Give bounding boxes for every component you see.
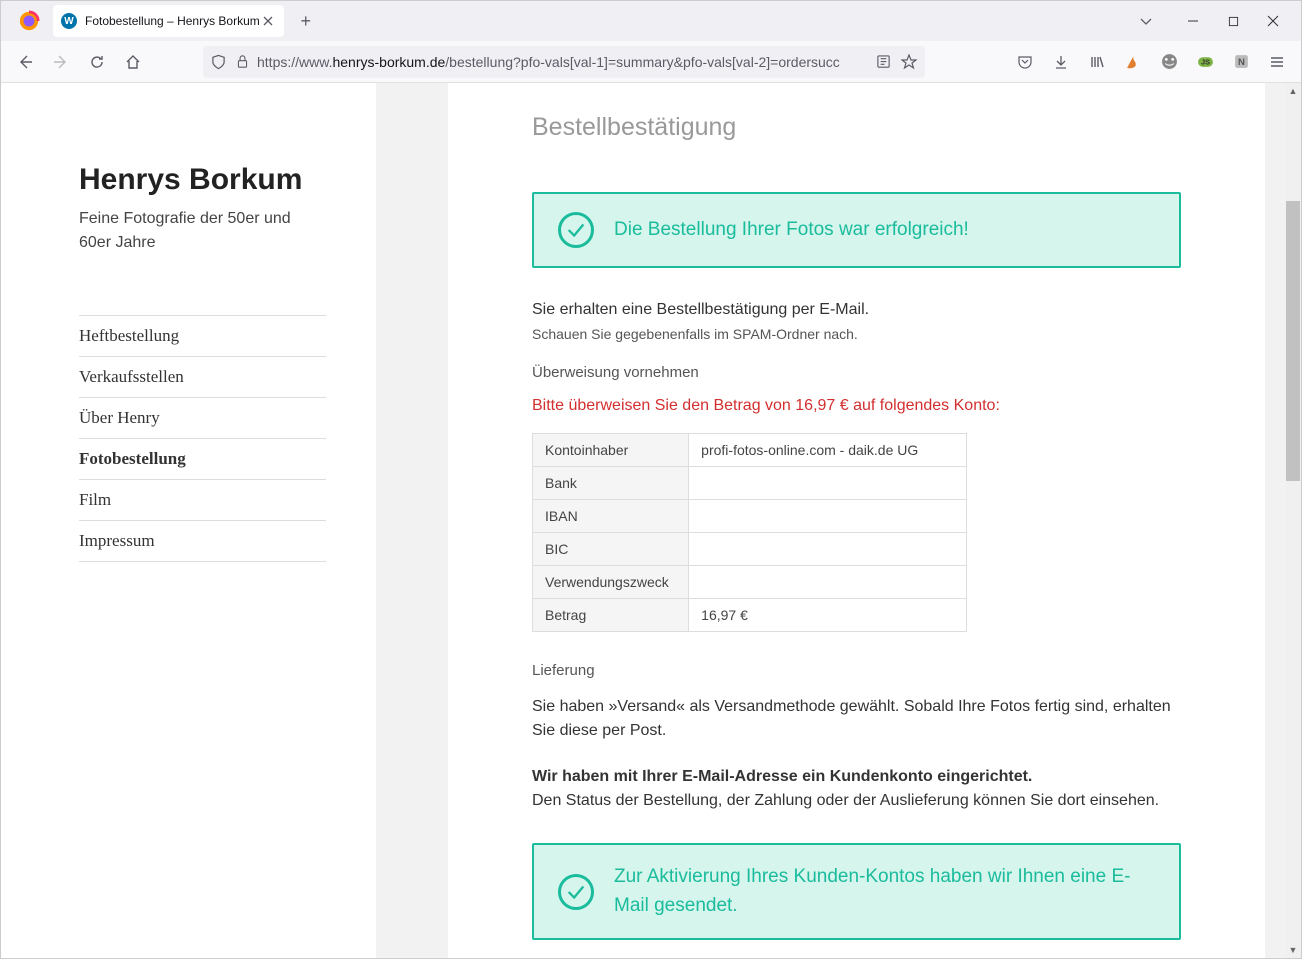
home-button[interactable] bbox=[117, 46, 149, 78]
title-bar: W Fotobestellung – Henrys Borkum + bbox=[1, 1, 1301, 41]
success-text: Die Bestellung Ihrer Fotos war erfolgrei… bbox=[614, 216, 969, 245]
bank-label: IBAN bbox=[533, 500, 689, 533]
extension-icon-2[interactable] bbox=[1153, 46, 1185, 78]
extension-icon-4[interactable]: N bbox=[1225, 46, 1257, 78]
page-heading: Bestellbestätigung bbox=[532, 113, 1181, 142]
nav-list: Heftbestellung Verkaufsstellen Über Henr… bbox=[79, 315, 326, 562]
bank-label: Bank bbox=[533, 467, 689, 500]
forward-button bbox=[45, 46, 77, 78]
table-row: IBAN bbox=[533, 500, 967, 533]
transfer-instruction: Bitte überweisen Sie den Betrag von 16,9… bbox=[532, 397, 1181, 415]
bookmark-star-icon[interactable] bbox=[901, 54, 917, 70]
delivery-heading: Lieferung bbox=[532, 662, 1181, 679]
checkmark-circle-icon bbox=[558, 874, 594, 910]
account-info: Wir haben mit Ihrer E-Mail-Adresse ein K… bbox=[532, 765, 1181, 813]
scrollbar-thumb[interactable] bbox=[1286, 201, 1300, 481]
url-text: https://www.henrys-borkum.de/bestellung?… bbox=[257, 54, 868, 70]
confirm-email-text: Sie erhalten eine Bestellbestätigung per… bbox=[532, 298, 1181, 322]
table-row: Kontoinhaberprofi-fotos-online.com - dai… bbox=[533, 434, 967, 467]
lock-icon[interactable] bbox=[236, 54, 249, 69]
scroll-down-arrow-icon[interactable]: ▼ bbox=[1285, 942, 1301, 958]
extension-icon-1[interactable] bbox=[1117, 46, 1149, 78]
table-row: Verwendungszweck bbox=[533, 566, 967, 599]
wordpress-favicon: W bbox=[61, 13, 77, 29]
downloads-icon[interactable] bbox=[1045, 46, 1077, 78]
shield-icon[interactable] bbox=[211, 54, 226, 70]
bank-value: 16,97 € bbox=[689, 599, 967, 632]
bank-label: Kontoinhaber bbox=[533, 434, 689, 467]
success-box-order: Die Bestellung Ihrer Fotos war erfolgrei… bbox=[532, 192, 1181, 268]
spam-hint-text: Schauen Sie gegebenenfalls im SPAM-Ordne… bbox=[532, 326, 1181, 342]
site-tagline: Feine Fotografie der 50er und 60er Jahre bbox=[79, 207, 326, 255]
nav-item-fotobestellung[interactable]: Fotobestellung bbox=[79, 438, 326, 479]
firefox-icon bbox=[17, 9, 41, 33]
bank-label: Verwendungszweck bbox=[533, 566, 689, 599]
nav-item-film[interactable]: Film bbox=[79, 479, 326, 520]
vertical-scrollbar[interactable]: ▲ ▼ bbox=[1285, 83, 1301, 958]
bank-value bbox=[689, 533, 967, 566]
overflow-caret-icon[interactable] bbox=[1139, 14, 1153, 28]
transfer-heading: Überweisung vornehmen bbox=[532, 364, 1181, 381]
nav-item-heftbestellung[interactable]: Heftbestellung bbox=[79, 315, 326, 356]
bank-value bbox=[689, 566, 967, 599]
library-icon[interactable] bbox=[1081, 46, 1113, 78]
back-button[interactable] bbox=[9, 46, 41, 78]
bank-value bbox=[689, 467, 967, 500]
site-title[interactable]: Henrys Borkum bbox=[79, 163, 326, 197]
maximize-button[interactable] bbox=[1217, 5, 1249, 37]
bank-value: profi-fotos-online.com - daik.de UG bbox=[689, 434, 967, 467]
success-text: Zur Aktivierung Ihres Kunden-Kontos habe… bbox=[614, 863, 1155, 920]
url-bar[interactable]: https://www.henrys-borkum.de/bestellung?… bbox=[203, 46, 925, 78]
scroll-up-arrow-icon[interactable]: ▲ bbox=[1285, 83, 1301, 99]
site-sidebar: Henrys Borkum Feine Fotografie der 50er … bbox=[1, 83, 376, 958]
nav-item-impressum[interactable]: Impressum bbox=[79, 520, 326, 562]
table-row: Bank bbox=[533, 467, 967, 500]
tab-close-icon[interactable] bbox=[260, 13, 276, 29]
bank-label: Betrag bbox=[533, 599, 689, 632]
tab-title: Fotobestellung – Henrys Borkum bbox=[85, 14, 260, 28]
delivery-text: Sie haben »Versand« als Versandmethode g… bbox=[532, 695, 1181, 743]
table-row: BIC bbox=[533, 533, 967, 566]
reload-button[interactable] bbox=[81, 46, 113, 78]
nav-item-verkaufsstellen[interactable]: Verkaufsstellen bbox=[79, 356, 326, 397]
checkmark-circle-icon bbox=[558, 212, 594, 248]
close-window-button[interactable] bbox=[1257, 5, 1289, 37]
pocket-icon[interactable] bbox=[1009, 46, 1041, 78]
content-card: Bestellbestätigung Die Bestellung Ihrer … bbox=[448, 83, 1265, 958]
nav-item-ueber-henry[interactable]: Über Henry bbox=[79, 397, 326, 438]
reader-mode-icon[interactable] bbox=[876, 54, 891, 69]
extension-icon-3[interactable]: JS bbox=[1189, 46, 1221, 78]
bank-table: Kontoinhaberprofi-fotos-online.com - dai… bbox=[532, 433, 967, 632]
main-column: Bestellbestätigung Die Bestellung Ihrer … bbox=[376, 83, 1301, 958]
new-tab-button[interactable]: + bbox=[292, 7, 320, 35]
toolbar: https://www.henrys-borkum.de/bestellung?… bbox=[1, 41, 1301, 83]
menu-icon[interactable] bbox=[1261, 46, 1293, 78]
bank-label: BIC bbox=[533, 533, 689, 566]
minimize-button[interactable] bbox=[1177, 5, 1209, 37]
table-row: Betrag16,97 € bbox=[533, 599, 967, 632]
success-box-activation: Zur Aktivierung Ihres Kunden-Kontos habe… bbox=[532, 843, 1181, 940]
svg-text:JS: JS bbox=[1200, 58, 1209, 67]
browser-tab[interactable]: W Fotobestellung – Henrys Borkum bbox=[53, 5, 284, 37]
bank-value bbox=[689, 500, 967, 533]
svg-text:N: N bbox=[1238, 57, 1245, 68]
